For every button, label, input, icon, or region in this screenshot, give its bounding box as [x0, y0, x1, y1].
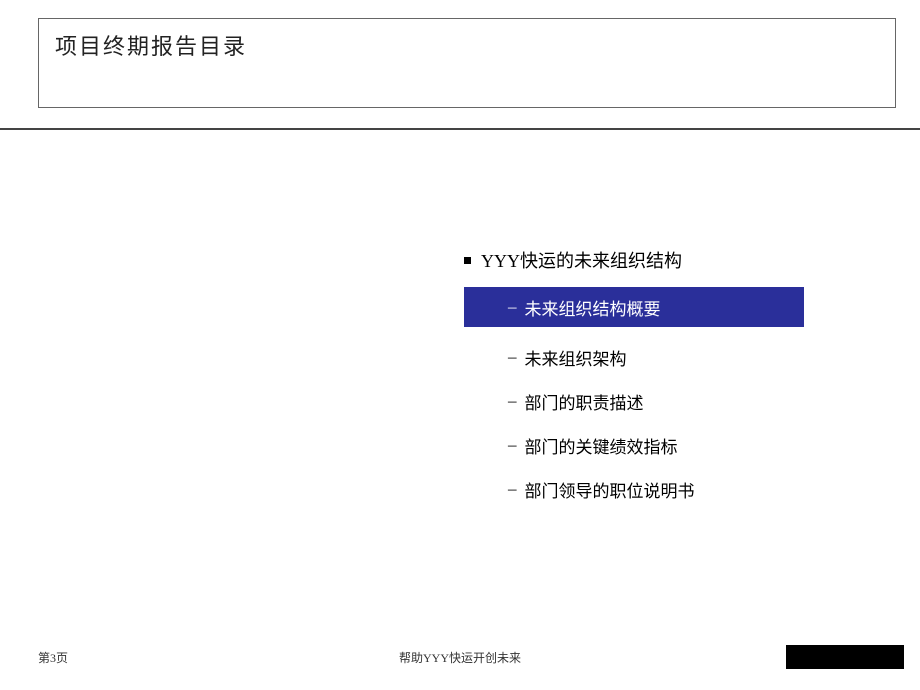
toc-item-label: 部门的关键绩效指标 — [525, 433, 678, 458]
toc-content: YYY快运的未来组织结构 – 未来组织结构概要 – 未来组织架构 – 部门的职责… — [464, 247, 860, 513]
dash-icon: – — [508, 391, 517, 411]
toc-item-label: 未来组织结构概要 — [525, 295, 661, 320]
toc-item: – 部门的关键绩效指标 — [464, 425, 860, 465]
dash-icon: – — [508, 435, 517, 455]
toc-item-label: 部门的职责描述 — [525, 389, 644, 414]
dash-icon: – — [508, 297, 517, 317]
horizontal-divider — [0, 128, 920, 130]
toc-item: – 部门领导的职位说明书 — [464, 469, 860, 509]
toc-item-highlighted: – 未来组织结构概要 — [464, 287, 804, 327]
dash-icon: – — [508, 479, 517, 499]
toc-section-heading-label: YYY快运的未来组织结构 — [481, 247, 682, 273]
logo-redacted — [786, 645, 904, 669]
toc-item-label: 部门领导的职位说明书 — [525, 477, 695, 502]
title-box: 项目终期报告目录 — [38, 18, 896, 108]
dash-icon: – — [508, 347, 517, 367]
square-bullet-icon — [464, 257, 471, 264]
toc-item: – 未来组织架构 — [464, 337, 860, 377]
page-number: 第3页 — [38, 649, 68, 666]
slide-title: 项目终期报告目录 — [55, 29, 879, 61]
toc-item-label: 未来组织架构 — [525, 345, 627, 370]
footer-tagline: 帮助YYY快运开创未来 — [399, 649, 521, 666]
toc-section-heading: YYY快运的未来组织结构 — [464, 247, 860, 273]
toc-item: – 部门的职责描述 — [464, 381, 860, 421]
slide-footer: 第3页 帮助YYY快运开创未来 — [0, 642, 920, 666]
toc-sub-list: – 未来组织结构概要 – 未来组织架构 – 部门的职责描述 – 部门的关键绩效指… — [464, 287, 860, 509]
